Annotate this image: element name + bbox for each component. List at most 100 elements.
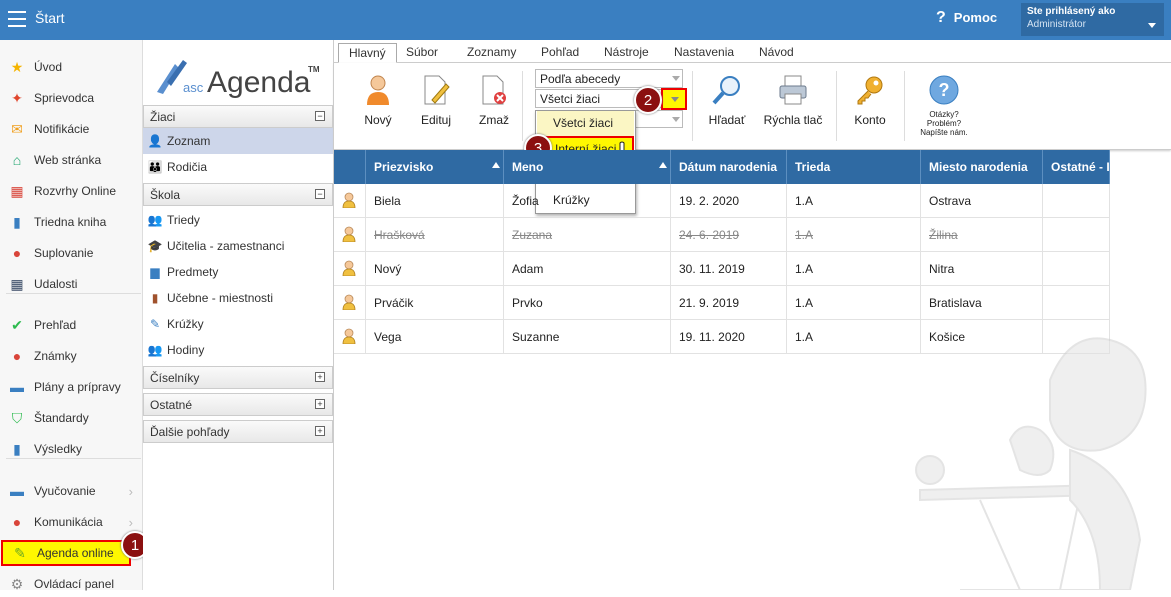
column-header-miesto[interactable]: Miesto narodenia bbox=[921, 150, 1043, 184]
sidebar-item-známky[interactable]: ● Známky bbox=[0, 343, 141, 369]
substitution-icon: ● bbox=[12, 245, 22, 261]
user-caption: Ste prihlásený ako bbox=[1027, 6, 1116, 17]
filter-select-value: Všetci žiaci bbox=[540, 92, 601, 106]
sidebar-item-štandardy[interactable]: ⛉ Štandardy bbox=[0, 405, 141, 431]
sidebar-item-plány-a-prípravy[interactable]: ▬ Plány a prípravy bbox=[0, 374, 141, 400]
section-dalsie-pohlady[interactable]: Ďalšie pohľady + bbox=[143, 420, 333, 443]
row-icon-cell bbox=[334, 320, 366, 354]
delete-button[interactable]: Zmaž bbox=[476, 73, 512, 127]
table-row[interactable]: Nový Adam 30. 11. 2019 1.A Nitra bbox=[334, 252, 1110, 286]
quick-print-button[interactable]: Rýchla tlač bbox=[762, 73, 824, 127]
cell-datum: 19. 11. 2020 bbox=[671, 320, 787, 354]
panel-item-rodicia[interactable]: 👪 Rodičia bbox=[143, 154, 333, 180]
tab-pohlad[interactable]: Pohľad bbox=[531, 43, 589, 63]
dropdown-item-vsetci[interactable]: Všetci žiaci bbox=[537, 111, 634, 137]
asc-agenda-logo: asc Agenda TM bbox=[157, 60, 320, 99]
new-button[interactable]: Nový bbox=[360, 73, 396, 127]
sidebar-item-ovládací-panel[interactable]: ⚙ Ovládací panel bbox=[0, 571, 141, 597]
cell-datum: 24. 6. 2019 bbox=[671, 218, 787, 252]
chevron-down-icon bbox=[672, 117, 680, 122]
section-skola[interactable]: Škola − bbox=[143, 183, 333, 206]
sidebar-item-úvod[interactable]: ★ Úvod bbox=[0, 54, 141, 80]
column-header-trieda[interactable]: Trieda bbox=[787, 150, 921, 184]
user-menu[interactable]: Ste prihlásený ako Administrátor bbox=[1021, 3, 1164, 36]
panel-item-label: Zoznam bbox=[167, 134, 211, 148]
row-icon-cell bbox=[334, 184, 366, 218]
search-button[interactable]: Hľadať bbox=[704, 73, 750, 127]
sidebar-item-notifikácie[interactable]: ✉ Notifikácie bbox=[0, 116, 141, 142]
help-button[interactable]: ? Pomoc bbox=[936, 9, 997, 27]
tab-zoznamy[interactable]: Zoznamy bbox=[457, 43, 526, 63]
sidebar-item-triedna-kniha[interactable]: ▮ Triedna kniha bbox=[0, 209, 141, 235]
cell-priezvisko: Vega bbox=[366, 320, 504, 354]
header-label: Ostatné - I bbox=[1051, 160, 1110, 174]
row-icon-cell bbox=[334, 252, 366, 286]
collapse-icon[interactable]: − bbox=[315, 189, 325, 199]
sidebar-item-label: Štandardy bbox=[34, 411, 89, 425]
table-row[interactable]: Biela Žofia 19. 2. 2020 1.A Ostrava bbox=[334, 184, 1110, 218]
sidebar-item-sprievodca[interactable]: ✦ Sprievodca bbox=[0, 85, 141, 111]
panel-item-triedy[interactable]: 👥 Triedy bbox=[143, 207, 333, 233]
section-ziaci[interactable]: Žiaci − bbox=[143, 105, 333, 128]
sidebar-item-suplovanie[interactable]: ● Suplovanie bbox=[0, 240, 141, 266]
sidebar-item-agenda-online[interactable]: ✎ Agenda online bbox=[1, 540, 131, 566]
sort-select[interactable]: Podľa abecedy bbox=[535, 69, 683, 88]
edit-label: Edituj bbox=[420, 113, 452, 127]
chevron-right-icon: › bbox=[128, 483, 133, 499]
section-ciselniky[interactable]: Číselníky + bbox=[143, 366, 333, 389]
tab-nastroje[interactable]: Nástroje bbox=[594, 43, 659, 63]
sidebar-item-rozvrhy-online[interactable]: ▦ Rozvrhy Online bbox=[0, 178, 141, 204]
column-header-ostatne[interactable]: Ostatné - I bbox=[1043, 150, 1110, 184]
panel-item-zoznam[interactable]: 👤 Zoznam bbox=[143, 128, 333, 154]
calendar-icon: ▦ bbox=[10, 275, 24, 292]
filter-dropdown-toggle[interactable] bbox=[661, 88, 687, 110]
tab-nastavenia[interactable]: Nastavenia bbox=[664, 43, 744, 63]
help-label: Pomoc bbox=[953, 10, 998, 25]
column-header-priezvisko[interactable]: Priezvisko bbox=[366, 150, 504, 184]
student-icon bbox=[342, 226, 356, 242]
sidebar-item-vyučovanie[interactable]: ▬ Vyučovanie › bbox=[0, 478, 141, 504]
door-icon: ▮ bbox=[151, 291, 159, 305]
column-header-meno[interactable]: Meno bbox=[504, 150, 671, 184]
panel-item-hodiny[interactable]: 👥 Hodiny bbox=[143, 337, 333, 363]
sidebar-item-prehľad[interactable]: ✔ Prehľad bbox=[0, 312, 141, 338]
row-icon-cell bbox=[334, 218, 366, 252]
cell-datum: 30. 11. 2019 bbox=[671, 252, 787, 286]
section-ostatne[interactable]: Ostatné + bbox=[143, 393, 333, 416]
expand-icon[interactable]: + bbox=[315, 426, 325, 436]
student-icon bbox=[342, 192, 356, 208]
expand-icon[interactable]: + bbox=[315, 399, 325, 409]
header-label: Dátum narodenia bbox=[679, 160, 778, 174]
tab-subor[interactable]: Súbor bbox=[396, 43, 448, 63]
edit-button[interactable]: Edituj bbox=[418, 73, 454, 127]
cell-ostatne bbox=[1043, 252, 1110, 286]
table-row[interactable]: Prváčik Prvko 21. 9. 2019 1.A Bratislava bbox=[334, 286, 1110, 320]
panel-item-ucitelia[interactable]: 🎓 Učitelia - zamestnanci bbox=[143, 233, 333, 259]
app-title[interactable]: Štart bbox=[35, 10, 65, 26]
panel-item-kruzky[interactable]: ✎ Krúžky bbox=[143, 311, 333, 337]
sidebar-item-label: Triedna kniha bbox=[34, 215, 107, 229]
cell-priezvisko: Biela bbox=[366, 184, 504, 218]
chevron-right-icon: › bbox=[128, 514, 133, 530]
tab-hlavny[interactable]: Hlavný bbox=[338, 43, 397, 63]
cell-meno: Zuzana bbox=[504, 218, 671, 252]
hamburger-menu-icon[interactable] bbox=[8, 11, 26, 27]
panel-item-predmety[interactable]: ▆ Predmety bbox=[143, 259, 333, 285]
sidebar-item-web-stránka[interactable]: ⌂ Web stránka bbox=[0, 147, 141, 173]
table-row[interactable]: Hrašková Zuzana 24. 6. 2019 1.A Žilina bbox=[334, 218, 1110, 252]
cell-datum: 21. 9. 2019 bbox=[671, 286, 787, 320]
delete-document-icon bbox=[477, 73, 511, 107]
magnifier-icon bbox=[710, 73, 744, 107]
ribbon-tabs: Hlavný Súbor Zoznamy Pohľad Nástroje Nas… bbox=[334, 40, 1171, 63]
support-button[interactable]: ? Otázky? Problém? Napíšte nám. bbox=[914, 73, 974, 137]
quick-print-label: Rýchla tlač bbox=[763, 113, 823, 127]
cell-miesto: Bratislava bbox=[921, 286, 1043, 320]
expand-icon[interactable]: + bbox=[315, 372, 325, 382]
panel-item-ucebne[interactable]: ▮ Učebne - miestnosti bbox=[143, 285, 333, 311]
sidebar-item-komunikácia[interactable]: ● Komunikácia › bbox=[0, 509, 141, 535]
collapse-icon[interactable]: − bbox=[315, 111, 325, 121]
account-button[interactable]: Konto bbox=[848, 73, 892, 127]
class-icon: 👥 bbox=[147, 213, 163, 227]
column-header-datum[interactable]: Dátum narodenia bbox=[671, 150, 787, 184]
tab-navod[interactable]: Návod bbox=[749, 43, 804, 63]
